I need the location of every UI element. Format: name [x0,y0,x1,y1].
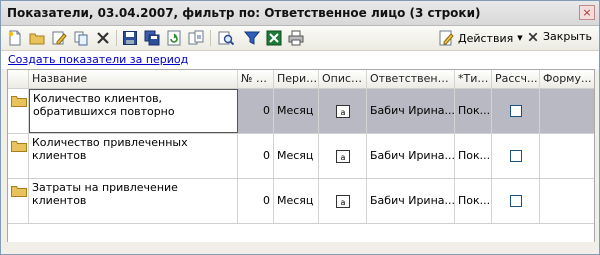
indicators-window: Показатели, 03.04.2007, фильтр по: Ответ… [0,0,600,255]
filter-icon[interactable] [244,30,260,46]
cell-formula[interactable] [540,179,594,223]
toolbar-separator [116,30,117,46]
column-header-calculated[interactable]: Рассч... [492,70,540,88]
cell-name[interactable]: Количество привлеченных клиентов [29,134,238,178]
cell-calculated[interactable] [492,89,540,133]
cell-calculated[interactable] [492,179,540,223]
toolbar: Действия ▼ Закрыть [1,26,599,51]
zoom-icon[interactable] [218,30,234,46]
actions-menu-button[interactable]: Действия ▼ [438,30,523,46]
calculated-checkbox[interactable] [509,195,522,207]
close-label: Закрыть [543,30,592,43]
cell-formula[interactable] [540,134,594,178]
table-header: Название № п... Перио... Описа... Ответс… [8,70,594,89]
cell-description[interactable]: a [319,89,367,133]
column-header-formula[interactable]: Форму... [540,70,594,88]
cell-period[interactable]: Месяц [274,179,319,223]
actions-label: Действия [458,31,514,45]
window-title: Показатели, 03.04.2007, фильтр по: Ответ… [7,6,481,20]
cell-number[interactable]: 0 [238,89,274,133]
delete-icon[interactable] [95,30,111,46]
document-icon: a [335,104,350,118]
column-header-number[interactable]: № п... [238,70,274,88]
column-header-period[interactable]: Перио... [274,70,319,88]
open-folder-icon[interactable] [29,30,45,46]
folder-icon [11,186,27,197]
cell-type[interactable]: Пок... [455,89,492,133]
calculated-checkbox[interactable] [509,150,522,162]
cell-period[interactable]: Месяц [274,134,319,178]
indicators-table: Название № п... Перио... Описа... Ответс… [7,69,595,244]
edit-icon[interactable] [51,30,67,46]
column-header-name[interactable]: Название [29,70,238,88]
new-icon[interactable] [7,30,23,46]
cell-period[interactable]: Месяц [274,89,319,133]
print-icon[interactable] [288,30,304,46]
close-button[interactable]: Закрыть [527,30,592,43]
status-strip [1,242,599,254]
column-header-type[interactable]: *Тип... [455,70,492,88]
cell-responsible[interactable]: Бабич Ирина... [367,134,455,178]
row-icon-cell [8,179,29,223]
cell-name[interactable]: Затраты на привлечение клиентов [29,179,238,223]
table-row[interactable]: Затраты на привлечение клиентов 0 Месяц … [8,179,594,224]
copy-icon[interactable] [73,30,89,46]
table-row[interactable]: Количество привлеченных клиентов 0 Месяц… [8,134,594,179]
cell-responsible[interactable]: Бабич Ирина... [367,89,455,133]
document-icon-letter: a [340,198,345,207]
cell-number[interactable]: 0 [238,134,274,178]
title-bar: Показатели, 03.04.2007, фильтр по: Ответ… [1,1,599,26]
create-indicators-link[interactable]: Создать показатели за период [8,53,188,66]
window-close-button[interactable]: × [579,5,595,20]
actions-icon [439,30,454,46]
cell-number[interactable]: 0 [238,179,274,223]
excel-icon[interactable] [266,30,282,46]
row-icon-cell [8,134,29,178]
column-header-responsible[interactable]: Ответственно... [367,70,455,88]
duplicate-icon[interactable] [188,30,204,46]
cell-responsible[interactable]: Бабич Ирина... [367,179,455,223]
table-row[interactable]: Количество клиентов, обратившихся повтор… [8,89,594,134]
close-icon [528,32,538,41]
cell-description[interactable]: a [319,134,367,178]
document-icon: a [335,194,350,208]
cell-type[interactable]: Пок... [455,179,492,223]
folder-icon [11,96,27,107]
row-icon-cell [8,89,29,133]
header-corner [8,70,29,88]
cell-description[interactable]: a [319,179,367,223]
cell-name[interactable]: Количество клиентов, обратившихся повтор… [29,89,238,133]
cell-formula[interactable] [540,89,594,133]
link-bar: Создать показатели за период [1,51,599,69]
folder-icon [11,141,27,152]
document-icon: a [335,149,350,163]
save-icon[interactable] [122,30,138,46]
refresh-icon[interactable] [166,30,182,46]
save-all-icon[interactable] [144,30,160,46]
cell-calculated[interactable] [492,134,540,178]
document-icon-letter: a [340,108,345,117]
toolbar-separator [210,30,211,46]
calculated-checkbox[interactable] [509,105,522,117]
document-icon-letter: a [340,153,345,162]
column-header-description[interactable]: Описа... [319,70,367,88]
cell-type[interactable]: Пок... [455,134,492,178]
chevron-down-icon: ▼ [517,34,523,42]
